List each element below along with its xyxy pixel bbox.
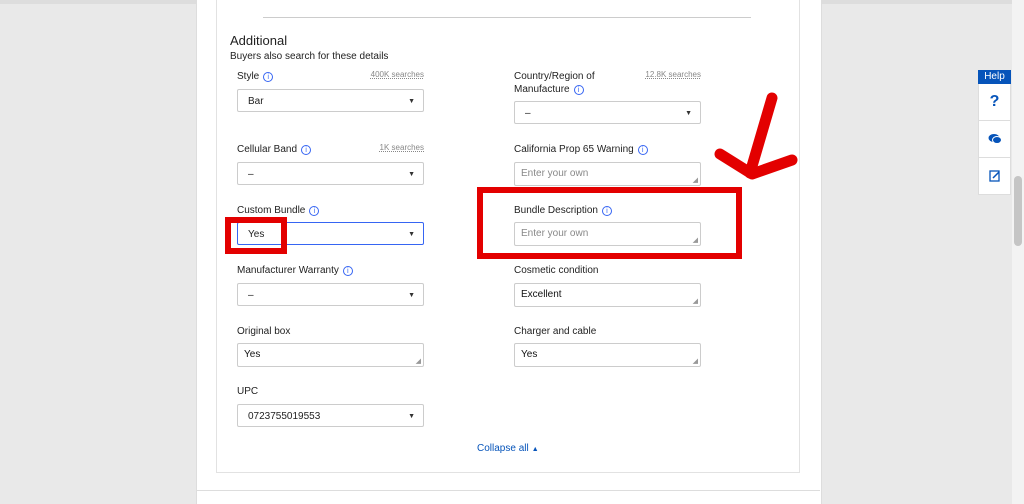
help-panel: Help ? <box>978 70 1011 195</box>
upc-label: UPC <box>237 386 259 397</box>
chevron-down-icon: ▼ <box>408 231 415 238</box>
section-subtitle: Buyers also search for these details <box>230 51 389 62</box>
country-select[interactable]: – ▼ <box>514 101 701 124</box>
collapse-all-label: Collapse all <box>477 443 529 454</box>
cosmetic-condition-field: Cosmetic condition Excellent ◢ <box>514 264 701 307</box>
country-label-line2: Manufacture <box>514 84 570 95</box>
question-icon[interactable]: ? <box>978 84 1011 121</box>
prop65-field: California Prop 65 Warning i Enter your o… <box>514 143 701 186</box>
manufacturer-warranty-label: Manufacturer Warranty <box>237 265 339 276</box>
chevron-up-icon: ▲ <box>531 446 539 453</box>
help-tab[interactable]: Help <box>978 70 1011 84</box>
country-searches: 12.8K searches <box>645 70 701 79</box>
scrollbar-thumb[interactable] <box>1014 176 1022 246</box>
cosmetic-condition-label: Cosmetic condition <box>514 265 599 276</box>
cosmetic-condition-input[interactable]: Excellent ◢ <box>514 283 701 307</box>
bottom-divider <box>196 490 820 491</box>
info-icon[interactable]: i <box>573 85 584 95</box>
annotation-box-bundle-description <box>477 187 742 259</box>
annotation-arrow-icon <box>714 92 798 180</box>
prop65-input[interactable]: Enter your own ◢ <box>514 162 701 186</box>
cellular-band-select[interactable]: – ▼ <box>237 162 424 185</box>
collapse-all-link[interactable]: Collapse all ▲ <box>477 443 539 454</box>
style-label: Style <box>237 71 260 82</box>
country-value: – <box>525 108 531 119</box>
chevron-down-icon: ▼ <box>408 171 415 178</box>
charger-cable-label: Charger and cable <box>514 326 597 337</box>
info-icon[interactable]: i <box>263 72 274 82</box>
custom-bundle-label: Custom Bundle <box>237 205 306 216</box>
style-select[interactable]: Bar ▼ <box>237 89 424 112</box>
original-box-value: Yes <box>244 349 261 360</box>
upc-field: UPC 0723755019553 ▼ <box>237 385 424 427</box>
custom-bundle-field: Custom Bundle i Yes ▼ <box>237 204 424 245</box>
prop65-label: California Prop 65 Warning <box>514 144 634 155</box>
chat-icon[interactable] <box>978 121 1011 158</box>
charger-cable-field: Charger and cable Yes ◢ <box>514 325 701 367</box>
chevron-down-icon: ▼ <box>408 98 415 105</box>
original-box-field: Original box Yes ◢ <box>237 325 424 367</box>
info-icon[interactable]: i <box>342 266 353 276</box>
info-icon[interactable]: i <box>301 145 312 155</box>
chevron-down-icon: ▼ <box>685 110 692 117</box>
section-title: Additional <box>230 33 288 48</box>
charger-cable-input[interactable]: Yes ◢ <box>514 343 701 367</box>
style-field: Style i 400K searches Bar ▼ <box>237 70 424 112</box>
chevron-down-icon: ▼ <box>408 413 415 420</box>
cellular-band-searches: 1K searches <box>379 143 424 152</box>
info-icon[interactable]: i <box>309 206 320 216</box>
resize-grip-icon[interactable]: ◢ <box>693 298 698 305</box>
manufacturer-warranty-value: – <box>248 290 254 301</box>
resize-grip-icon[interactable]: ◢ <box>416 358 421 365</box>
manufacturer-warranty-field: Manufacturer Warranty i – ▼ <box>237 264 424 306</box>
upc-select[interactable]: 0723755019553 ▼ <box>237 404 424 427</box>
upc-value: 0723755019553 <box>248 411 321 422</box>
feedback-icon[interactable] <box>978 158 1011 195</box>
scrollbar-track[interactable] <box>1012 0 1024 504</box>
chevron-down-icon: ▼ <box>408 292 415 299</box>
resize-grip-icon[interactable]: ◢ <box>693 177 698 184</box>
info-icon[interactable]: i <box>637 145 648 155</box>
cosmetic-condition-value: Excellent <box>521 289 562 300</box>
style-value: Bar <box>248 96 264 107</box>
original-box-input[interactable]: Yes ◢ <box>237 343 424 367</box>
country-field: Country/Region of Manufacture i 12.8K sea… <box>514 70 701 124</box>
annotation-box-custom-bundle <box>225 217 287 254</box>
cellular-band-value: – <box>248 169 254 180</box>
manufacturer-warranty-select[interactable]: – ▼ <box>237 283 424 306</box>
cellular-band-field: Cellular Band i 1K searches – ▼ <box>237 143 424 185</box>
cellular-band-label: Cellular Band <box>237 144 298 155</box>
prop65-placeholder: Enter your own <box>521 168 589 179</box>
charger-cable-value: Yes <box>521 349 538 360</box>
section-divider <box>263 17 751 18</box>
style-searches: 400K searches <box>370 70 424 79</box>
resize-grip-icon[interactable]: ◢ <box>693 358 698 365</box>
original-box-label: Original box <box>237 326 291 337</box>
